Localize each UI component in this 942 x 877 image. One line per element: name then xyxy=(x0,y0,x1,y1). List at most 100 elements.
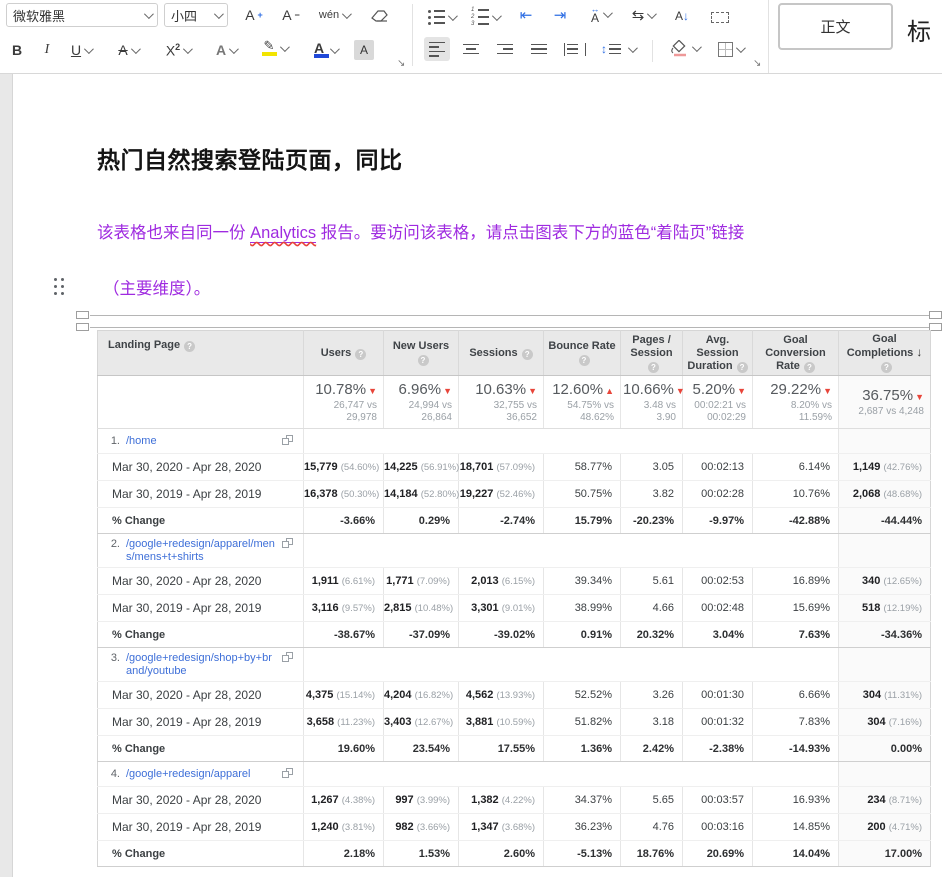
percent-change-row: % Change19.60%23.54%17.55%1.36%2.42%-2.3… xyxy=(98,736,931,762)
landing-page-link[interactable]: /home xyxy=(126,435,157,448)
strikethrough-icon: A xyxy=(118,42,127,58)
grow-font-button[interactable]: A+ xyxy=(240,3,268,27)
landing-page-link[interactable]: /google+redesign/apparel xyxy=(126,768,250,781)
increase-indent-button[interactable]: ⇥ xyxy=(548,3,572,27)
analytics-table: Landing PageUsersNew UsersSessionsBounce… xyxy=(97,330,931,867)
arrow-down-icon: ▼ xyxy=(915,392,924,402)
metric-cell: 00:03:16 xyxy=(683,814,753,841)
help-icon[interactable] xyxy=(648,362,659,373)
metric-cell: -2.74% xyxy=(459,508,544,534)
metric-cell: -37.09% xyxy=(384,622,459,648)
font-size-combo[interactable]: 小四 xyxy=(164,3,228,27)
paragraph-dialog-launcher[interactable]: ↘ xyxy=(753,58,761,69)
eraser-icon xyxy=(369,7,389,23)
help-icon[interactable] xyxy=(418,355,429,366)
font-color-button[interactable]: A xyxy=(304,38,344,62)
column-header[interactable]: Landing Page xyxy=(98,331,304,376)
column-header[interactable]: Avg. Session Duration xyxy=(683,331,753,376)
metric-cell: 34.37% xyxy=(544,787,621,814)
distribute-icon xyxy=(564,43,586,56)
formatting-marks-icon xyxy=(711,12,729,23)
metric-cell: 3.82 xyxy=(621,481,683,508)
italic-button[interactable]: I xyxy=(36,38,58,62)
bullet-list-button[interactable] xyxy=(424,5,458,29)
borders-button[interactable] xyxy=(712,37,748,61)
help-icon[interactable] xyxy=(804,362,815,373)
column-header[interactable]: New Users xyxy=(384,331,459,376)
column-header[interactable]: Bounce Rate xyxy=(544,331,621,376)
text-effects-button[interactable]: A xyxy=(208,38,244,62)
underline-button[interactable]: U xyxy=(64,38,98,62)
external-link-icon[interactable] xyxy=(282,768,293,778)
distribute-button[interactable] xyxy=(560,37,590,61)
resize-handle[interactable] xyxy=(929,311,942,319)
help-icon[interactable] xyxy=(184,341,195,352)
align-left-button[interactable] xyxy=(424,37,450,61)
text-direction-button[interactable]: ↔ A xyxy=(582,2,618,26)
external-link-icon[interactable] xyxy=(282,435,293,445)
external-link-icon[interactable] xyxy=(282,652,293,662)
document-paragraph-line1[interactable]: 该表格也来自同一份 Analytics 报告。要访问该表格，请点击图表下方的蓝色… xyxy=(97,219,744,243)
metric-cell: 39.34% xyxy=(544,568,621,595)
char-shading-button[interactable]: A xyxy=(352,38,376,62)
help-icon[interactable] xyxy=(522,349,533,360)
selection-line-top xyxy=(90,315,930,316)
line-spacing-icon: ↕ xyxy=(601,42,625,56)
font-name-value: 微软雅黑 xyxy=(13,6,65,25)
show-marks-button[interactable] xyxy=(706,5,734,29)
row-number: 2. xyxy=(106,538,120,550)
column-header[interactable]: Pages / Session xyxy=(621,331,683,376)
border-grid-icon xyxy=(718,42,733,57)
row-label: Mar 30, 2019 - Apr 28, 2019 xyxy=(98,481,304,508)
style-heading-button[interactable]: 标 xyxy=(907,12,931,47)
numbered-list-button[interactable]: 1 2 3 xyxy=(468,5,502,29)
external-link-icon[interactable] xyxy=(282,538,293,548)
metric-cell: 5.61 xyxy=(621,568,683,595)
strikethrough-button[interactable]: A xyxy=(110,38,146,62)
superscript-button[interactable]: X2 xyxy=(158,38,198,62)
landing-page-link[interactable]: /google+redesign/apparel/mens/mens+t+shi… xyxy=(126,538,276,564)
column-header[interactable]: Users xyxy=(304,331,384,376)
metric-cell: 4,204 (16.82%) xyxy=(384,682,459,709)
column-header[interactable]: Goal Conversion Rate xyxy=(753,331,839,376)
metric-cell: 6.14% xyxy=(753,454,839,481)
sort-button[interactable]: A↓ xyxy=(668,3,696,27)
font-name-combo[interactable]: 微软雅黑 xyxy=(6,3,158,27)
column-header[interactable]: Goal Completions↓ xyxy=(839,331,931,376)
document-paragraph-line2[interactable]: （主要维度）。 xyxy=(103,275,210,299)
shrink-font-button[interactable]: A− xyxy=(277,3,305,27)
chevron-down-icon xyxy=(131,44,141,54)
style-normal-button[interactable]: 正文 xyxy=(778,3,893,50)
date-range-row: Mar 30, 2019 - Apr 28, 20193,116 (9.57%)… xyxy=(98,595,931,622)
paragraph-drag-handle-icon[interactable] xyxy=(54,278,65,297)
highlight-button[interactable]: ✎ xyxy=(254,36,294,60)
bold-button[interactable]: B xyxy=(6,38,28,62)
help-icon[interactable] xyxy=(737,362,748,373)
metric-cell: -42.88% xyxy=(753,508,839,534)
summary-cell: 5.20%▼00:02:21 vs 00:02:29 xyxy=(683,376,753,429)
decrease-indent-button[interactable]: ⇤ xyxy=(514,3,538,27)
resize-handle[interactable] xyxy=(76,311,89,319)
help-icon[interactable] xyxy=(579,355,590,366)
clear-format-button[interactable] xyxy=(364,3,394,27)
help-icon[interactable] xyxy=(881,362,892,373)
metric-cell: 16.89% xyxy=(753,568,839,595)
font-dialog-launcher[interactable]: ↘ xyxy=(397,58,405,69)
metric-cell: 2,815 (10.48%) xyxy=(384,595,459,622)
justify-button[interactable] xyxy=(526,37,552,61)
column-header[interactable]: Sessions xyxy=(459,331,544,376)
line-spacing-button[interactable]: ↕ xyxy=(598,37,638,61)
wrap-text-button[interactable]: ⇆ xyxy=(626,3,660,27)
align-center-button[interactable] xyxy=(458,37,484,61)
shading-button[interactable] xyxy=(664,36,704,60)
document-heading[interactable]: 热门自然搜索登陆页面，同比 xyxy=(97,141,403,175)
metric-cell: 3,881 (10.59%) xyxy=(459,709,544,736)
percent-change-row: % Change-38.67%-37.09%-39.02%0.91%20.32%… xyxy=(98,622,931,648)
resize-handle[interactable] xyxy=(76,323,89,331)
landing-page-link[interactable]: /google+redesign/shop+by+brand/youtube xyxy=(126,652,276,678)
help-icon[interactable] xyxy=(355,349,366,360)
phonetic-guide-button[interactable]: wén xyxy=(314,3,354,27)
row-number: 1. xyxy=(106,435,120,447)
metric-cell: 340 (12.65%) xyxy=(839,568,931,595)
align-right-button[interactable] xyxy=(492,37,518,61)
